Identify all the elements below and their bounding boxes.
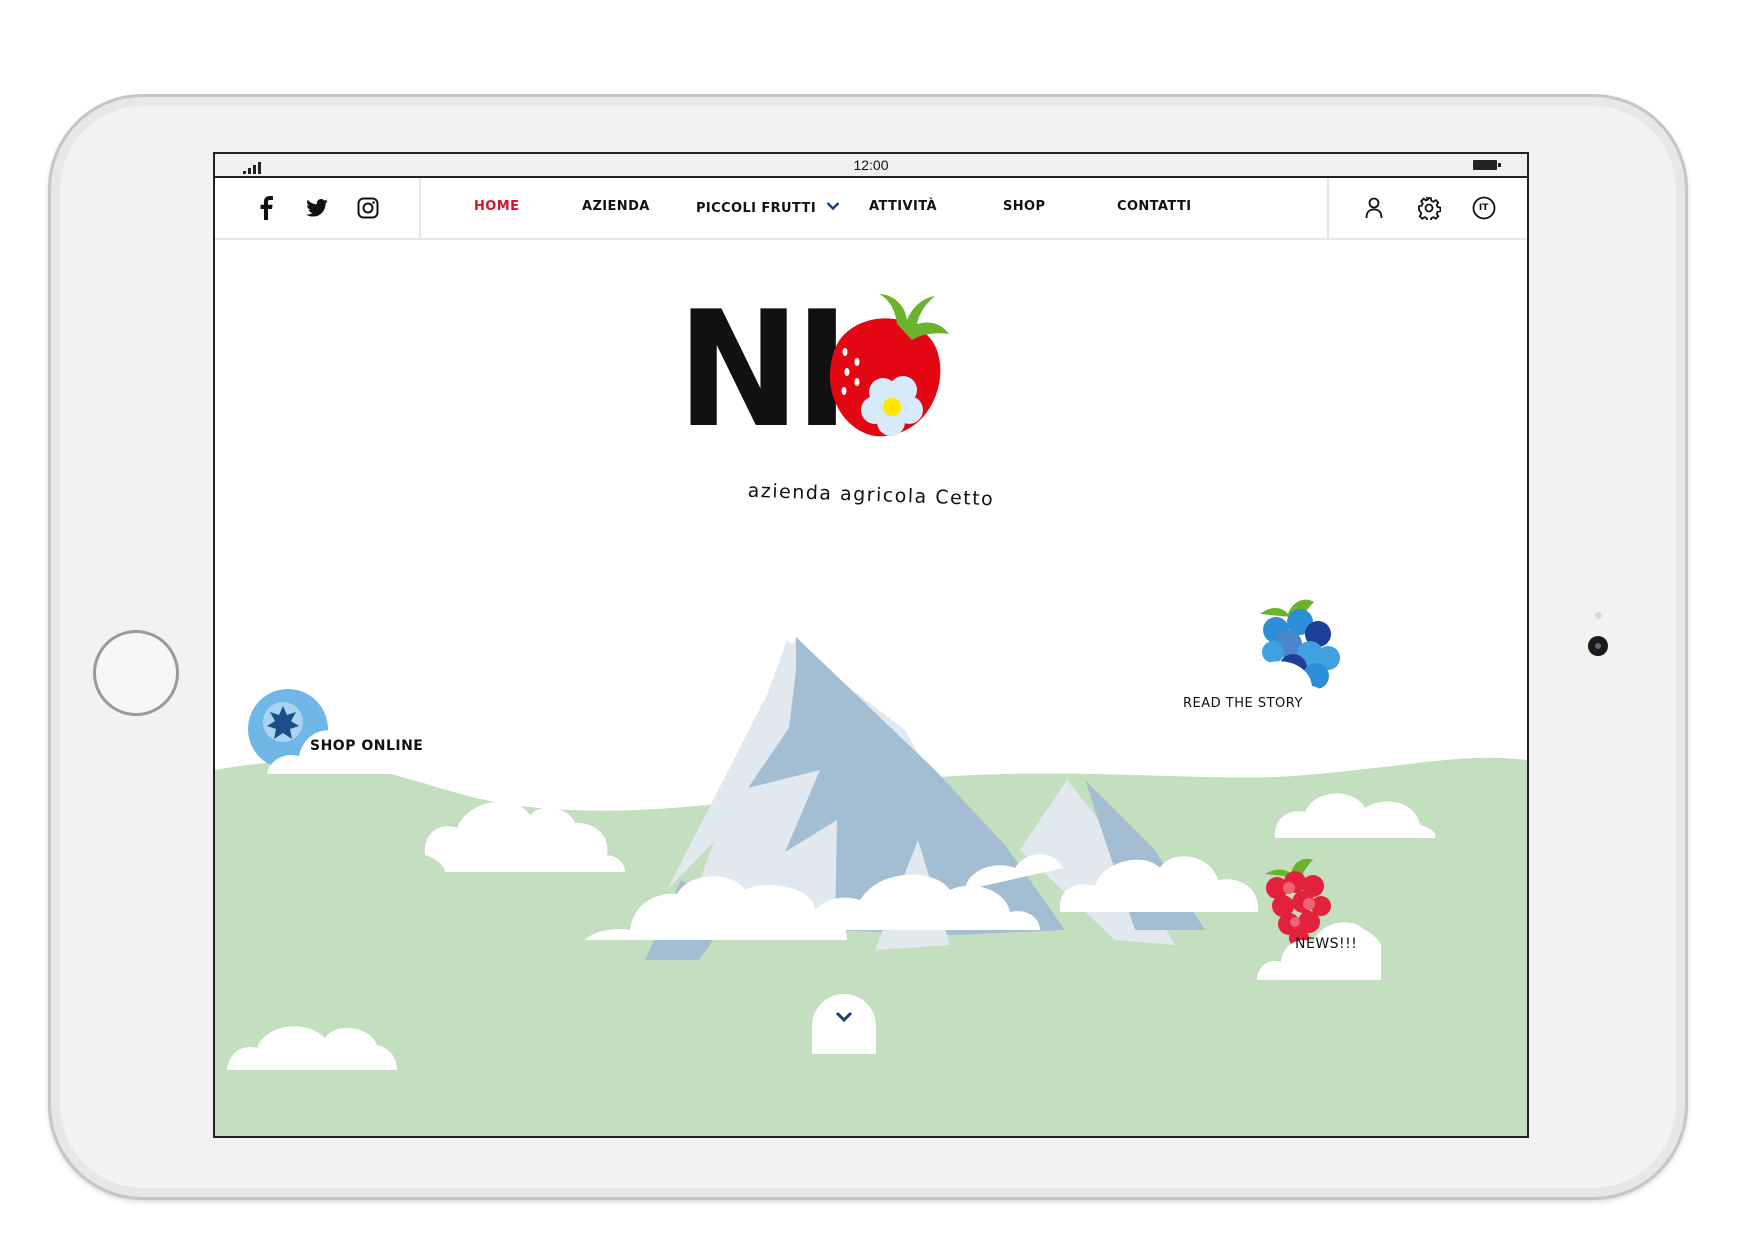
camera-icon	[1588, 636, 1608, 656]
chevron-down-icon	[826, 202, 839, 211]
chevron-down-icon	[835, 1011, 853, 1023]
screen: 12:00 HOME AZIENDA PICCOLI FRUTTI ATTIVI…	[213, 152, 1529, 1138]
shop-online-link[interactable]: SHOP ONLINE	[310, 738, 423, 754]
status-time: 12:00	[853, 157, 889, 173]
scroll-down-button[interactable]	[812, 994, 876, 1054]
nav-item-shop[interactable]: SHOP	[1003, 199, 1045, 214]
battery-icon	[1473, 160, 1501, 170]
home-button[interactable]	[93, 630, 179, 716]
story-cloud	[1151, 654, 1333, 722]
twitter-icon[interactable]	[304, 195, 330, 221]
main-menu: HOME AZIENDA PICCOLI FRUTTI ATTIVITÀ SHO…	[421, 178, 1327, 238]
facebook-icon[interactable]	[253, 195, 279, 221]
shop-cloud	[267, 704, 472, 774]
instagram-icon[interactable]	[355, 195, 381, 221]
navbar: HOME AZIENDA PICCOLI FRUTTI ATTIVITÀ SHO…	[215, 178, 1527, 240]
language-code: IT	[1478, 203, 1489, 213]
nav-item-azienda[interactable]: AZIENDA	[582, 199, 650, 214]
nav-item-contatti[interactable]: CONTATTI	[1117, 199, 1191, 214]
read-the-story-link[interactable]: READ THE STORY	[1183, 696, 1303, 711]
brand-logo: NI	[675, 280, 995, 470]
social-links	[215, 178, 421, 238]
nav-item-home[interactable]: HOME	[474, 199, 519, 214]
news-link[interactable]: NEWS!!!	[1295, 936, 1357, 952]
user-tools: IT	[1327, 178, 1527, 238]
language-icon[interactable]: IT	[1471, 195, 1497, 221]
nav-item-attivita[interactable]: ATTIVITÀ	[869, 199, 937, 214]
user-icon[interactable]	[1361, 195, 1387, 221]
light-sensor	[1595, 612, 1602, 619]
gear-icon[interactable]	[1416, 195, 1442, 221]
logo-text: NI	[677, 276, 849, 463]
nav-item-piccoli-frutti-label: PICCOLI FRUTTI	[696, 201, 817, 216]
nav-item-piccoli-frutti[interactable]: PICCOLI FRUTTI	[696, 199, 840, 217]
status-bar: 12:00	[215, 154, 1527, 178]
strawberry-logo	[829, 294, 949, 437]
